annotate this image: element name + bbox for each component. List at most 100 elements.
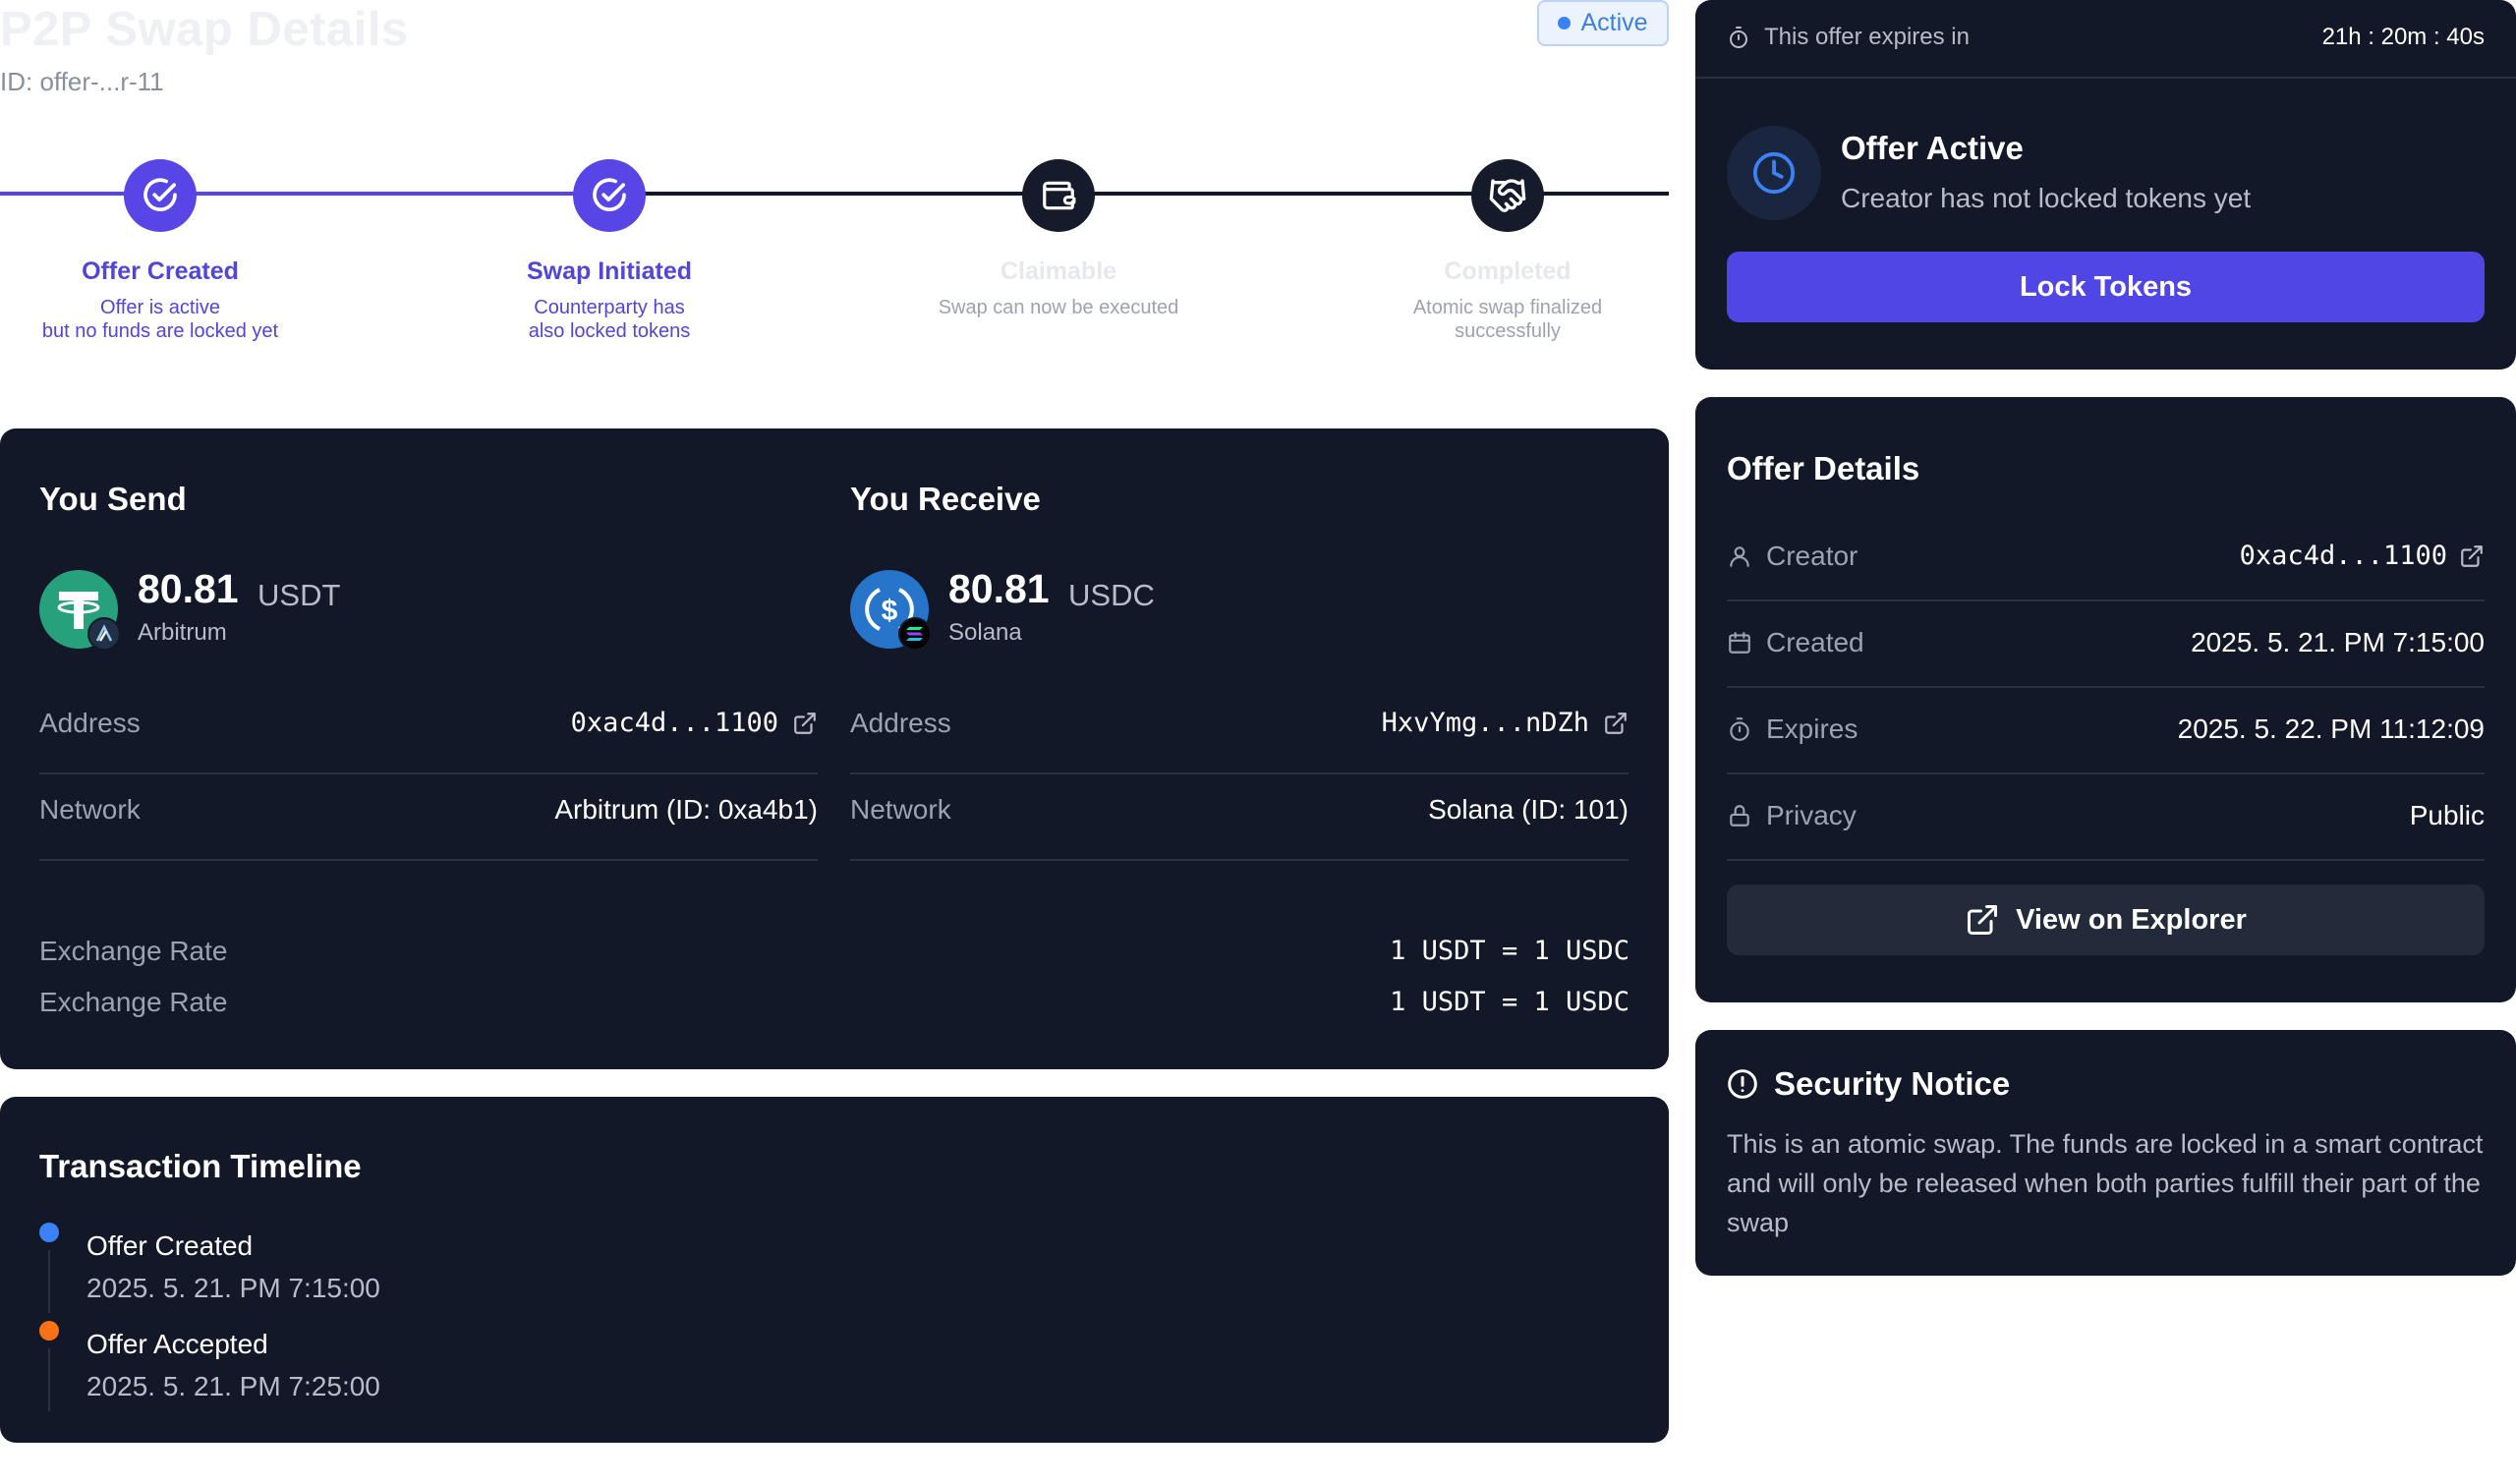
address-label: Address [39, 708, 141, 738]
status-badge-label: Active [1580, 9, 1648, 36]
network-label: Network [850, 794, 951, 825]
detail-row-expires: Expires 2025. 5. 22. PM 11:12:09 [1727, 712, 2485, 774]
lock-icon [1730, 805, 1749, 827]
exchange-rate-row: Exchange Rate 1 USDT = 1 USDC [39, 987, 1630, 1038]
receive-network: Solana (ID: 101) [1428, 794, 1629, 825]
external-link-icon[interactable] [2459, 543, 2485, 569]
step-description: Swap can now be executed [882, 296, 1235, 319]
security-notice-heading: Security Notice [1727, 1065, 2010, 1103]
detail-label-text: Privacy [1766, 800, 1857, 830]
step-swap-initiated: Swap Initiated Counterparty has also loc… [432, 159, 786, 343]
detail-row-privacy: Privacy Public [1727, 798, 2485, 861]
receive-address-row: Address HxvYmg...nDZh [850, 688, 1629, 774]
alert-circle-icon [1728, 1069, 1757, 1099]
step-description: Counterparty has also locked tokens [432, 296, 786, 343]
user-icon [1730, 546, 1749, 567]
external-link-icon[interactable] [1603, 711, 1629, 736]
receive-chain: Solana [948, 619, 1022, 646]
step-description: Offer is active but no funds are locked … [0, 296, 337, 343]
step-description-line: successfully [1455, 320, 1561, 342]
wallet-icon [1022, 159, 1095, 232]
detail-value: 2025. 5. 22. PM 11:12:09 [2177, 713, 2485, 744]
send-chain: Arbitrum [138, 619, 227, 646]
svg-text:$: $ [882, 595, 898, 627]
step-description-line: Atomic swap finalized [1412, 297, 1603, 318]
timeline-event-date: 2025. 5. 21. PM 7:25:00 [86, 1371, 380, 1401]
timer-icon [1730, 717, 1749, 741]
offer-details-heading: Offer Details [1727, 450, 1920, 486]
clock-icon [1727, 126, 1821, 220]
timeline-dot-icon [39, 1223, 59, 1242]
timeline-event-title: Offer Accepted [86, 1329, 268, 1359]
step-description-line: Swap can now be executed [938, 297, 1179, 318]
receive-amount: 80.81 [948, 566, 1050, 611]
timeline-event-date: 2025. 5. 21. PM 7:15:00 [86, 1273, 380, 1303]
address-label: Address [850, 708, 951, 738]
view-on-explorer-button[interactable]: View on Explorer [1727, 885, 2485, 955]
detail-label: Privacy [1727, 800, 1857, 831]
detail-label-text: Creator [1766, 541, 1858, 571]
offer-details-card: Offer Details Creator 0xac4d...1100 Crea… [1695, 397, 2516, 1002]
send-address-row: Address 0xac4d...1100 [39, 688, 818, 774]
swap-summary-card: You Send 80.81 USDT Arbitrum Address 0xa… [0, 428, 1669, 1069]
exchange-rate-label: Exchange Rate [39, 987, 228, 1017]
step-offer-created: Offer Created Offer is active but no fun… [0, 159, 337, 343]
detail-label: Creator [1727, 541, 1858, 572]
swap-details-page: P2P Swap Details ID: offer-...r-11 Activ… [0, 0, 2516, 1484]
handshake-icon [1471, 159, 1544, 232]
step-description-line: Offer is active [100, 297, 220, 318]
timeline-connector [48, 1348, 50, 1411]
step-title: Offer Created [82, 257, 239, 285]
timeline-event-title: Offer Created [86, 1230, 254, 1261]
network-label: Network [39, 794, 141, 825]
timer-icon [1730, 27, 1747, 48]
external-link-icon[interactable] [792, 711, 818, 736]
arbitrum-badge-icon [87, 617, 121, 651]
step-title: Completed [1444, 257, 1572, 285]
expiry-label: This offer expires in [1727, 24, 1970, 51]
exchange-rate-value: 1 USDT = 1 USDC [1390, 936, 1630, 966]
receive-address-value: HxvYmg...nDZh [1381, 708, 1589, 738]
step-description-line: Counterparty has [534, 297, 685, 318]
send-amount: 80.81 [138, 566, 239, 611]
send-network-row: Network Arbitrum (ID: 0xa4b1) [39, 774, 818, 861]
transaction-timeline-card: Transaction Timeline Offer Created 2025.… [0, 1097, 1669, 1443]
security-notice-title: Security Notice [1774, 1065, 2011, 1102]
detail-row-created: Created 2025. 5. 21. PM 7:15:00 [1727, 625, 2485, 688]
timeline-dot-icon [39, 1321, 59, 1341]
send-address-value: 0xac4d...1100 [570, 708, 778, 738]
offer-status-subtitle: Creator has not locked tokens yet [1841, 183, 2252, 213]
send-address[interactable]: 0xac4d...1100 [571, 708, 818, 738]
exchange-rate-row: Exchange Rate 1 USDT = 1 USDC [39, 936, 1630, 987]
status-dot-icon [1558, 17, 1572, 29]
offer-status-title: Offer Active [1841, 130, 2024, 166]
you-send-heading: You Send [39, 481, 187, 517]
receive-symbol: USDC [1068, 578, 1155, 612]
external-link-icon [1968, 905, 1998, 935]
detail-label: Created [1727, 627, 1864, 658]
step-completed: Completed Atomic swap finalized successf… [1331, 159, 1685, 343]
exchange-rate-label: Exchange Rate [39, 936, 228, 966]
step-title: Swap Initiated [526, 257, 693, 285]
detail-value: 0xac4d...1100 [2239, 541, 2447, 571]
offer-status-card: This offer expires in 21h : 20m : 40s Of… [1695, 0, 2516, 370]
detail-label-text: Expires [1766, 713, 1858, 744]
security-notice-card: Security Notice This is an atomic swap. … [1695, 1030, 2516, 1276]
page-title: P2P Swap Details [0, 3, 409, 56]
lock-tokens-button[interactable]: Lock Tokens [1727, 252, 2485, 322]
step-title: Claimable [1000, 257, 1117, 285]
detail-row-creator: Creator 0xac4d...1100 [1727, 539, 2485, 601]
send-symbol: USDT [257, 578, 341, 612]
creator-address[interactable]: 0xac4d...1100 [2240, 541, 2485, 571]
check-circle-icon [573, 159, 646, 232]
receive-network-row: Network Solana (ID: 101) [850, 774, 1629, 861]
receive-address[interactable]: HxvYmg...nDZh [1382, 708, 1629, 738]
step-description: Atomic swap finalized successfully [1331, 296, 1685, 343]
check-circle-icon [124, 159, 197, 232]
expiry-countdown: 21h : 20m : 40s [2321, 24, 2485, 50]
detail-label-text: Created [1766, 627, 1864, 657]
expiry-bar: This offer expires in 21h : 20m : 40s [1695, 0, 2516, 79]
you-receive-heading: You Receive [850, 481, 1041, 517]
calendar-icon [1729, 632, 1750, 654]
offer-id: ID: offer-...r-11 [0, 67, 164, 96]
